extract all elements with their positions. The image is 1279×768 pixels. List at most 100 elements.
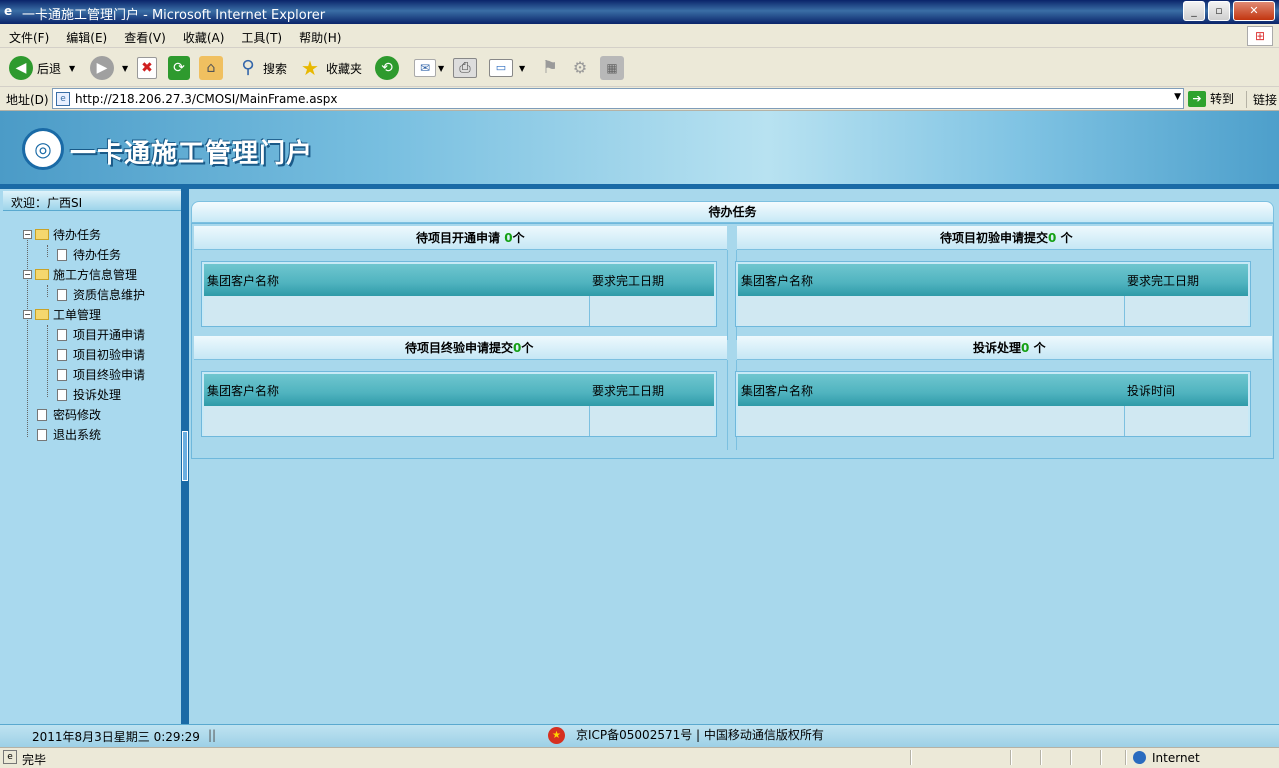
nav-item-pending-tasks[interactable]: 待办任务 <box>57 246 121 263</box>
menu-help[interactable]: 帮助(H) <box>290 24 349 46</box>
favorites-star-icon: ★ <box>301 56 319 80</box>
stop-button[interactable]: ✖ <box>137 54 157 82</box>
mail-icon: ✉ <box>414 59 436 77</box>
address-bar: 地址(D) e http://218.206.27.3/CMOSI/MainFr… <box>0 87 1279 111</box>
col-due-date: 要求完工日期 <box>592 274 665 288</box>
address-label: 地址(D) <box>6 93 49 107</box>
page-content: ◎ 一卡通施工管理门户 欢迎：广西SI − 待办任务 待办任务 − 施工方信息管理 … <box>0 111 1279 747</box>
section-count: 0 <box>1048 231 1057 245</box>
menu-file[interactable]: 文件(F) <box>0 24 57 46</box>
menu-bar: 文件(F) 编辑(E) 查看(V) 收藏(A) 工具(T) 帮助(H) ⊞ <box>0 24 1279 48</box>
search-button[interactable]: ⚲ 搜索 <box>236 54 287 82</box>
back-arrow-icon: ◀ <box>9 56 33 80</box>
nav-folder-contractor-info[interactable]: − 施工方信息管理 <box>23 266 137 283</box>
section-final-acceptance-header: 待项目终验申请提交0个 <box>194 336 727 360</box>
messenger-button[interactable]: ▦ <box>600 54 624 82</box>
edit-button[interactable]: ▭ ▼ <box>489 54 525 82</box>
section-title: 投诉处理 <box>973 341 1022 355</box>
nav-item-project-open[interactable]: 项目开通申请 <box>57 326 145 343</box>
section-count: 0 <box>504 231 513 245</box>
go-arrow-icon: ➔ <box>1188 90 1206 107</box>
document-icon <box>37 408 47 421</box>
printer-icon: ⎙ <box>453 58 477 78</box>
status-divider <box>1040 750 1042 765</box>
status-text: 完毕 <box>22 753 47 767</box>
back-dropdown-icon[interactable]: ▼ <box>69 64 75 73</box>
table-initial-acceptance: 集团客户名称 要求完工日期 <box>736 262 1250 326</box>
mail-button[interactable]: ✉ ▼ <box>414 54 444 82</box>
nav-label: 退出系统 <box>53 428 102 442</box>
nav-item-logout[interactable]: 退出系统 <box>37 426 101 443</box>
tree-line <box>47 245 48 257</box>
table-cell <box>1125 406 1248 436</box>
forward-dropdown-icon[interactable]: ▼ <box>122 64 128 73</box>
nav-item-final-acceptance[interactable]: 项目终验申请 <box>57 366 145 383</box>
search-label: 搜索 <box>263 61 288 76</box>
document-icon <box>37 428 47 441</box>
tree-line <box>47 285 48 297</box>
folder-icon <box>35 269 49 280</box>
research-icon: ⚙ <box>572 58 588 77</box>
footer-icp: 京ICP备05002571号 | 中国移动通信版权所有 <box>576 728 824 742</box>
national-emblem-icon: ★ <box>548 727 565 744</box>
close-button[interactable]: ✕ <box>1233 1 1275 21</box>
address-dropdown-icon[interactable]: ▼ <box>1174 92 1181 102</box>
nav-label: 投诉处理 <box>73 388 122 402</box>
collapse-icon[interactable]: − <box>23 270 32 279</box>
links-button[interactable]: 链接 <box>1246 91 1277 108</box>
history-icon: ⟲ <box>375 56 399 80</box>
col-customer-name: 集团客户名称 <box>207 384 280 398</box>
menu-edit[interactable]: 编辑(E) <box>57 24 115 46</box>
research-button[interactable]: ⚙ <box>568 54 592 82</box>
nav-item-qualification[interactable]: 资质信息维护 <box>57 286 145 303</box>
col-customer-name: 集团客户名称 <box>741 384 814 398</box>
nav-folder-work-orders[interactable]: − 工单管理 <box>23 306 101 323</box>
nav-folder-pending-tasks[interactable]: − 待办任务 <box>23 226 101 243</box>
tasks-title: 待办任务 <box>191 201 1274 223</box>
favorites-label: 收藏夹 <box>326 61 363 76</box>
favorites-button[interactable]: ★ 收藏夹 <box>298 54 362 82</box>
document-icon <box>57 348 67 361</box>
toolbar: ◀ 后退 ▼ ▶ ▼ ✖ ⟳ ⌂ ⚲ 搜索 ★ 收藏夹 ⟲ ✉ ▼ ⎙ ▭ ▼ … <box>0 49 1279 87</box>
status-divider <box>1010 750 1012 765</box>
tasks-panel: 待项目开通申请 0个 待项目初验申请提交0 个 集团客户名称 要求完工日期 集团… <box>191 223 1274 459</box>
status-divider <box>1125 750 1127 765</box>
go-button[interactable]: ➔ 转到 <box>1188 90 1234 107</box>
minimize-button[interactable]: _ <box>1183 1 1205 21</box>
nav-item-initial-acceptance[interactable]: 项目初验申请 <box>57 346 145 363</box>
messenger-icon: ▦ <box>600 56 624 80</box>
print-button[interactable]: ⎙ <box>453 54 477 82</box>
mail-dropdown-icon[interactable]: ▼ <box>438 64 444 73</box>
search-icon: ⚲ <box>241 57 255 78</box>
refresh-button[interactable]: ⟳ <box>168 54 190 82</box>
main-panel: 待办任务 待项目开通申请 0个 待项目初验申请提交0 个 集团客户名称 要求完工… <box>189 189 1279 724</box>
menu-favorites[interactable]: 收藏(A) <box>174 24 233 46</box>
nav-item-change-password[interactable]: 密码修改 <box>37 406 101 423</box>
table-header: 集团客户名称 要求完工日期 <box>738 264 1248 296</box>
address-input[interactable]: e http://218.206.27.3/CMOSI/MainFrame.as… <box>52 88 1184 109</box>
collapse-icon[interactable]: − <box>23 230 32 239</box>
document-icon <box>57 328 67 341</box>
menu-tools[interactable]: 工具(T) <box>232 24 290 46</box>
menu-view[interactable]: 查看(V) <box>115 24 174 46</box>
internet-globe-icon <box>1133 751 1146 764</box>
window-title-bar[interactable]: e 一卡通施工管理门户 - Microsoft Internet Explore… <box>0 0 1279 24</box>
section-count: 0 <box>1021 341 1030 355</box>
maximize-button[interactable]: ▫ <box>1208 1 1230 21</box>
nav-item-complaints[interactable]: 投诉处理 <box>57 386 121 403</box>
section-unit: 个 <box>1033 341 1046 355</box>
table-cell <box>1125 296 1248 326</box>
splitter-handle[interactable] <box>182 431 188 481</box>
discuss-button[interactable]: ⚑ <box>538 54 562 82</box>
edit-dropdown-icon[interactable]: ▼ <box>519 64 525 73</box>
nav-label: 资质信息维护 <box>73 288 146 302</box>
section-unit: 个 <box>1060 231 1073 245</box>
section-project-open-header: 待项目开通申请 0个 <box>194 226 727 250</box>
history-button[interactable]: ⟲ <box>375 54 399 82</box>
collapse-icon[interactable]: − <box>23 310 32 319</box>
sidebar: 欢迎：广西SI − 待办任务 待办任务 − 施工方信息管理 资质信息维护 − 工单管理… <box>0 189 181 724</box>
address-url[interactable]: http://218.206.27.3/CMOSI/MainFrame.aspx <box>75 92 338 106</box>
home-button[interactable]: ⌂ <box>199 54 223 82</box>
forward-button[interactable]: ▶ ▼ <box>90 54 128 82</box>
back-button[interactable]: ◀ 后退 ▼ <box>9 54 75 82</box>
